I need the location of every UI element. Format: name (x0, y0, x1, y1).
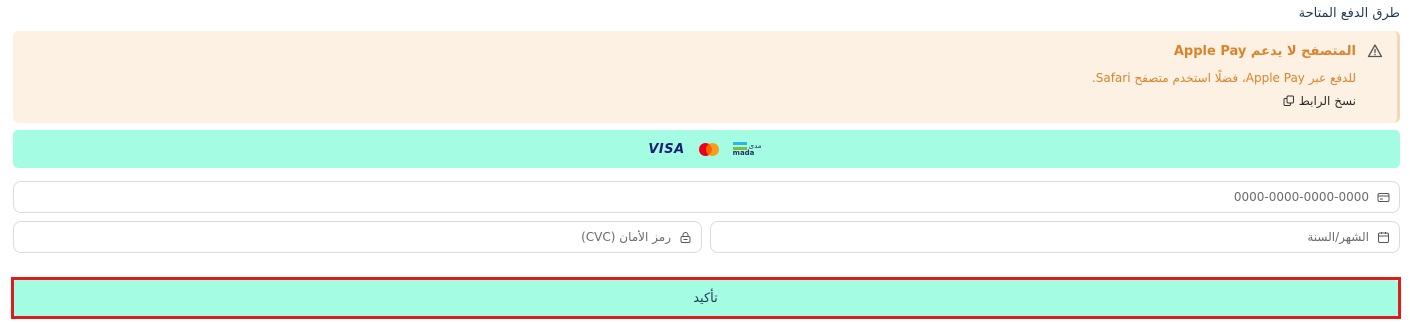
card-brands-bar[interactable]: VISA مدى mada (13, 130, 1400, 168)
calendar-icon (1378, 231, 1389, 243)
cvc-input[interactable] (14, 221, 673, 253)
visa-logo: VISA (648, 141, 685, 157)
mastercard-icon (698, 142, 719, 156)
copy-icon (1283, 95, 1294, 106)
mada-logo: مدى mada (732, 141, 765, 157)
lock-icon (680, 231, 691, 243)
mada-english-text: mada (732, 148, 755, 157)
expiry-input[interactable] (711, 221, 1371, 253)
card-number-input[interactable] (14, 181, 1371, 213)
alert-message: للدفع عبر Apple Pay، فضلًا استخدم متصفح … (1091, 71, 1356, 85)
copy-link-button[interactable]: نسخ الرابط (1283, 94, 1356, 108)
payment-methods-title: طرق الدفع المتاحة (1298, 6, 1400, 21)
confirm-button[interactable]: تأكيد (13, 280, 1398, 316)
alert-title: المتصفح لا يدعم Apple Pay (1173, 44, 1356, 59)
expiry-field[interactable] (710, 221, 1400, 253)
copy-link-label: نسخ الرابط (1298, 94, 1356, 108)
credit-card-icon (1377, 192, 1390, 202)
apple-pay-warning-alert: المتصفح لا يدعم Apple Pay للدفع عبر Appl… (13, 31, 1400, 123)
card-number-field[interactable] (13, 181, 1400, 213)
cvc-field[interactable] (13, 221, 702, 253)
warning-icon (1367, 44, 1383, 58)
